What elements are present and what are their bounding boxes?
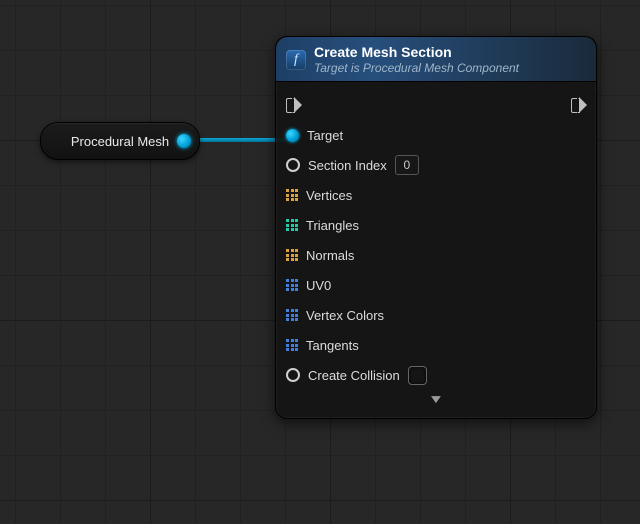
row-target: Target — [286, 120, 586, 150]
row-triangles: Triangles — [286, 210, 586, 240]
variable-node-procedural-mesh[interactable]: Procedural Mesh — [40, 122, 200, 160]
label-tangents: Tangents — [306, 338, 359, 353]
checkbox-create-collision[interactable] — [408, 366, 427, 385]
node-header[interactable]: f Create Mesh Section Target is Procedur… — [276, 37, 596, 82]
output-pin-object[interactable] — [177, 134, 191, 148]
chevron-down-icon: ▼ — [428, 392, 445, 406]
row-vertices: Vertices — [286, 180, 586, 210]
pin-tangents[interactable] — [286, 339, 298, 351]
row-vertex-colors: Vertex Colors — [286, 300, 586, 330]
pin-vertex-colors[interactable] — [286, 309, 298, 321]
label-uv0: UV0 — [306, 278, 331, 293]
pin-triangles[interactable] — [286, 219, 298, 231]
function-icon: f — [286, 50, 306, 70]
row-normals: Normals — [286, 240, 586, 270]
pin-target[interactable] — [286, 129, 299, 142]
exec-out-pin[interactable] — [571, 98, 586, 113]
variable-label: Procedural Mesh — [41, 134, 199, 149]
row-tangents: Tangents — [286, 330, 586, 360]
exec-in-pin[interactable] — [286, 98, 301, 113]
pin-create-collision[interactable] — [286, 368, 300, 382]
node-title: Create Mesh Section — [314, 44, 519, 60]
node-body: Target Section Index 0 Vertices Triangle… — [276, 82, 596, 418]
blueprint-graph[interactable]: Procedural Mesh f Create Mesh Section Ta… — [0, 0, 640, 524]
label-triangles: Triangles — [306, 218, 359, 233]
pin-section-index[interactable] — [286, 158, 300, 172]
label-target: Target — [307, 128, 343, 143]
node-subtitle: Target is Procedural Mesh Component — [314, 61, 519, 75]
label-create-collision: Create Collision — [308, 368, 400, 383]
input-section-index[interactable]: 0 — [395, 155, 419, 175]
label-normals: Normals — [306, 248, 354, 263]
node-create-mesh-section[interactable]: f Create Mesh Section Target is Procedur… — [275, 36, 597, 419]
expand-button[interactable]: ▼ — [286, 390, 586, 412]
pin-vertices[interactable] — [286, 189, 298, 201]
label-vertices: Vertices — [306, 188, 352, 203]
row-exec — [286, 90, 586, 120]
row-section-index: Section Index 0 — [286, 150, 586, 180]
row-uv0: UV0 — [286, 270, 586, 300]
label-section-index: Section Index — [308, 158, 387, 173]
pin-normals[interactable] — [286, 249, 298, 261]
pin-uv0[interactable] — [286, 279, 298, 291]
label-vertex-colors: Vertex Colors — [306, 308, 384, 323]
row-create-collision: Create Collision — [286, 360, 586, 390]
